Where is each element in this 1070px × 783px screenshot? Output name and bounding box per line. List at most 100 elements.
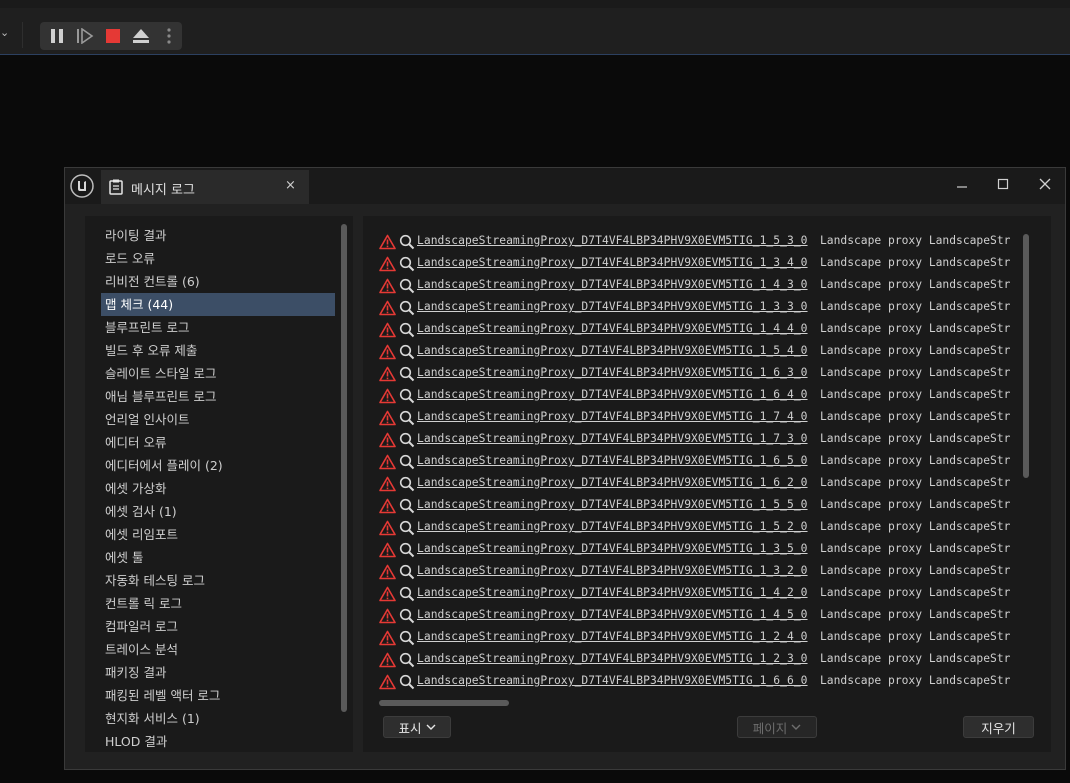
message-row: LandscapeStreamingProxy_D7T4VF4LBP34PHV9… (377, 628, 1017, 650)
search-icon[interactable] (399, 674, 415, 690)
page-select-button[interactable]: 페이지 (737, 716, 817, 738)
message-object-link[interactable]: LandscapeStreamingProxy_D7T4VF4LBP34PHV9… (417, 542, 808, 555)
message-row: LandscapeStreamingProxy_D7T4VF4LBP34PHV9… (377, 430, 1017, 452)
category-item[interactable]: 현지화 서비스 (1) (101, 707, 335, 730)
category-item[interactable]: 패킹된 레벨 액터 로그 (101, 684, 335, 707)
message-object-link[interactable]: LandscapeStreamingProxy_D7T4VF4LBP34PHV9… (417, 674, 808, 687)
chevron-down-icon[interactable]: ⌄ (0, 26, 10, 39)
search-icon[interactable] (399, 256, 415, 272)
search-icon[interactable] (399, 630, 415, 646)
warning-icon (379, 608, 396, 624)
clear-button[interactable]: 지우기 (963, 716, 1034, 738)
minimize-button[interactable] (947, 172, 977, 196)
tab-message-log[interactable]: 메시지 로그 × (101, 170, 309, 204)
category-item[interactable]: 에셋 리임포트 (101, 523, 335, 546)
category-item[interactable]: 컨트롤 릭 로그 (101, 592, 335, 615)
message-object-link[interactable]: LandscapeStreamingProxy_D7T4VF4LBP34PHV9… (417, 476, 808, 489)
search-icon[interactable] (399, 322, 415, 338)
message-object-link[interactable]: LandscapeStreamingProxy_D7T4VF4LBP34PHV9… (417, 608, 808, 621)
more-options-button[interactable] (156, 22, 182, 50)
category-item[interactable]: 에디터에서 플레이 (2) (101, 454, 335, 477)
message-object-link[interactable]: LandscapeStreamingProxy_D7T4VF4LBP34PHV9… (417, 498, 808, 511)
search-icon[interactable] (399, 278, 415, 294)
message-object-link[interactable]: LandscapeStreamingProxy_D7T4VF4LBP34PHV9… (417, 410, 808, 423)
message-vertical-scrollbar[interactable] (1023, 234, 1029, 478)
category-item[interactable]: 트레이스 분석 (101, 638, 335, 661)
message-object-link[interactable]: LandscapeStreamingProxy_D7T4VF4LBP34PHV9… (417, 366, 808, 379)
toolbar-divider (22, 22, 23, 48)
message-object-link[interactable]: LandscapeStreamingProxy_D7T4VF4LBP34PHV9… (417, 300, 808, 313)
eject-button[interactable] (128, 22, 154, 50)
tab-title: 메시지 로그 (131, 183, 195, 198)
search-icon[interactable] (399, 608, 415, 624)
message-object-link[interactable]: LandscapeStreamingProxy_D7T4VF4LBP34PHV9… (417, 278, 808, 291)
category-list-scrollbar[interactable] (341, 224, 347, 712)
search-icon[interactable] (399, 564, 415, 580)
message-object-link[interactable]: LandscapeStreamingProxy_D7T4VF4LBP34PHV9… (417, 630, 808, 643)
message-text: Landscape proxy LandscapeStr (820, 608, 1011, 621)
search-icon[interactable] (399, 432, 415, 448)
category-item[interactable]: 에셋 툴 (101, 546, 335, 569)
message-object-link[interactable]: LandscapeStreamingProxy_D7T4VF4LBP34PHV9… (417, 520, 808, 533)
message-text: Landscape proxy LandscapeStr (820, 300, 1011, 313)
close-tab-icon[interactable]: × (285, 178, 296, 193)
category-item[interactable]: 컴파일러 로그 (101, 615, 335, 638)
search-icon[interactable] (399, 344, 415, 360)
message-object-link[interactable]: LandscapeStreamingProxy_D7T4VF4LBP34PHV9… (417, 388, 808, 401)
message-object-link[interactable]: LandscapeStreamingProxy_D7T4VF4LBP34PHV9… (417, 586, 808, 599)
search-icon[interactable] (399, 300, 415, 316)
message-object-link[interactable]: LandscapeStreamingProxy_D7T4VF4LBP34PHV9… (417, 234, 808, 247)
message-object-link[interactable]: LandscapeStreamingProxy_D7T4VF4LBP34PHV9… (417, 564, 808, 577)
message-text: Landscape proxy LandscapeStr (820, 564, 1011, 577)
category-item[interactable]: 에셋 가상화 (101, 477, 335, 500)
message-object-link[interactable]: LandscapeStreamingProxy_D7T4VF4LBP34PHV9… (417, 344, 808, 357)
show-filter-button[interactable]: 표시 (383, 716, 451, 738)
category-item[interactable]: 에디터 오류 (101, 431, 335, 454)
window-titlebar[interactable]: 메시지 로그 × (65, 168, 1065, 204)
category-item[interactable]: 패키징 결과 (101, 661, 335, 684)
maximize-button[interactable] (988, 172, 1018, 196)
message-horizontal-scrollbar[interactable] (379, 700, 509, 706)
category-item[interactable]: 빌드 후 오류 제출 (101, 339, 335, 362)
eject-icon (133, 29, 149, 43)
search-icon[interactable] (399, 366, 415, 382)
message-object-link[interactable]: LandscapeStreamingProxy_D7T4VF4LBP34PHV9… (417, 454, 808, 467)
unreal-logo-icon (70, 174, 94, 198)
category-item[interactable]: 슬레이트 스타일 로그 (101, 362, 335, 385)
category-item[interactable]: 에셋 검사 (1) (101, 500, 335, 523)
clear-label: 지우기 (981, 720, 1016, 736)
search-icon[interactable] (399, 498, 415, 514)
category-item[interactable]: 블루프린트 로그 (101, 316, 335, 339)
close-window-button[interactable] (1030, 172, 1060, 196)
search-icon[interactable] (399, 586, 415, 602)
category-item[interactable]: 리비전 컨트롤 (6) (101, 270, 335, 293)
warning-icon (379, 300, 396, 316)
pause-button[interactable] (44, 22, 70, 50)
search-icon[interactable] (399, 652, 415, 668)
search-icon[interactable] (399, 542, 415, 558)
warning-icon (379, 498, 396, 514)
search-icon[interactable] (399, 388, 415, 404)
category-item[interactable]: 로드 오류 (101, 247, 335, 270)
category-item[interactable]: HLOD 결과 (101, 730, 335, 752)
category-item[interactable]: 애님 블루프린트 로그 (101, 385, 335, 408)
search-icon[interactable] (399, 234, 415, 250)
message-object-link[interactable]: LandscapeStreamingProxy_D7T4VF4LBP34PHV9… (417, 652, 808, 665)
stop-button[interactable] (100, 22, 126, 50)
warning-icon (379, 410, 396, 426)
category-item[interactable]: 라이팅 결과 (101, 224, 335, 247)
search-icon[interactable] (399, 520, 415, 536)
category-item[interactable]: 언리얼 인사이트 (101, 408, 335, 431)
message-text: Landscape proxy LandscapeStr (820, 674, 1011, 687)
message-text: Landscape proxy LandscapeStr (820, 498, 1011, 511)
search-icon[interactable] (399, 476, 415, 492)
message-object-link[interactable]: LandscapeStreamingProxy_D7T4VF4LBP34PHV9… (417, 322, 808, 335)
message-object-link[interactable]: LandscapeStreamingProxy_D7T4VF4LBP34PHV9… (417, 256, 808, 269)
category-item[interactable]: 자동화 테스팅 로그 (101, 569, 335, 592)
message-object-link[interactable]: LandscapeStreamingProxy_D7T4VF4LBP34PHV9… (417, 432, 808, 445)
category-item[interactable]: 맵 체크 (44) (101, 293, 335, 316)
search-icon[interactable] (399, 454, 415, 470)
step-frame-button[interactable] (72, 22, 98, 50)
search-icon[interactable] (399, 410, 415, 426)
warning-icon (379, 432, 396, 448)
